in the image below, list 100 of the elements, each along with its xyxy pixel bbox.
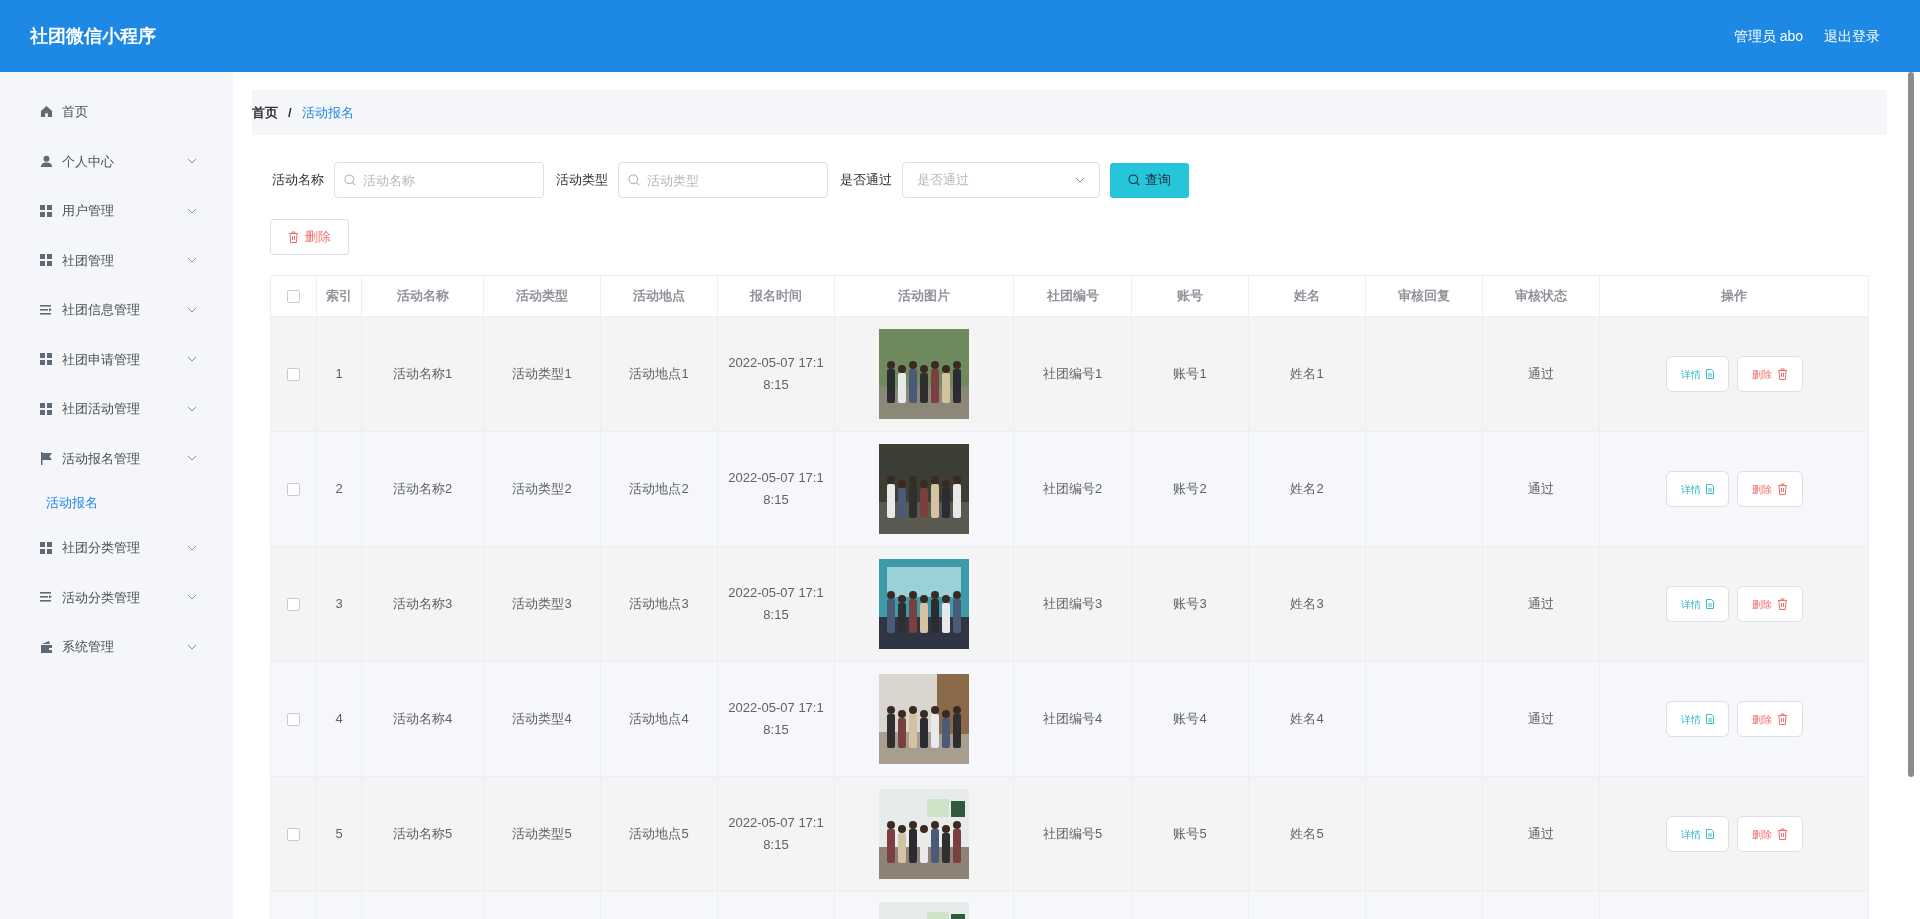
- filter-label: 是否通过: [840, 171, 892, 190]
- column-header: 活动名称: [396, 288, 449, 304]
- menu-label[interactable]: 活动报名管理: [62, 448, 187, 468]
- table-cell-text: 3: [335, 596, 343, 612]
- date-text: 2022-05-07 17:18:15: [728, 584, 824, 624]
- search-field[interactable]: 活动名称: [334, 162, 544, 198]
- scrollbar[interactable]: [1908, 72, 1914, 777]
- column-header: 姓名: [1294, 288, 1320, 304]
- row-checkbox[interactable]: [287, 598, 300, 612]
- app-title: 社团微信小程序: [30, 24, 156, 48]
- menu-label[interactable]: 社团管理: [62, 250, 187, 270]
- list-icon: [40, 304, 52, 315]
- table-cell-text: 活动类型2: [512, 481, 572, 497]
- delete-button[interactable]: 删除: [1736, 586, 1803, 622]
- table-cell-text: 社团编号4: [1042, 711, 1103, 727]
- delete-button[interactable]: 删除: [270, 219, 349, 255]
- column-header: 报名时间: [750, 288, 802, 304]
- chevron-down-icon: [1075, 177, 1085, 183]
- row-checkbox[interactable]: [287, 483, 300, 497]
- column-header: 审核回复: [1398, 288, 1450, 304]
- table-cell-text: 社团编号3: [1042, 596, 1103, 612]
- table-cell-text: 社团编号5: [1042, 826, 1103, 842]
- filter-label: 活动名称: [272, 171, 324, 190]
- column-header: 社团编号: [1046, 288, 1099, 304]
- menu-label[interactable]: 社团申请管理: [62, 349, 187, 369]
- details-button[interactable]: 详情: [1665, 586, 1729, 622]
- column-header: 活动图片: [898, 288, 950, 304]
- trash-icon: [1776, 828, 1788, 840]
- menu-label[interactable]: 个人中心: [62, 151, 187, 171]
- table-cell-text: 通过: [1528, 711, 1554, 727]
- table-cell-text: 活动地点5: [629, 826, 689, 842]
- table-cell-text: 5: [335, 826, 343, 842]
- menu-label[interactable]: 社团信息管理: [62, 300, 187, 320]
- table-cell-text: 活动类型4: [512, 711, 572, 727]
- table-cell-text: 活动地点3: [629, 596, 689, 612]
- menu-label[interactable]: 首页: [62, 102, 197, 122]
- delete-button[interactable]: 删除: [1736, 356, 1803, 392]
- row-checkbox[interactable]: [287, 713, 300, 727]
- table-cell-text: 通过: [1528, 826, 1554, 842]
- home-icon: [40, 105, 53, 119]
- table-cell-text: 活动名称4: [392, 711, 453, 727]
- select-field[interactable]: 是否通过: [902, 162, 1100, 198]
- trash-icon: [1776, 713, 1788, 725]
- table-cell-text: 活动地点4: [629, 711, 689, 727]
- column-header: 活动地点: [633, 288, 685, 304]
- column-header: 活动类型: [516, 288, 568, 304]
- table-cell-text: 活动类型1: [512, 366, 572, 382]
- trash-icon: [1776, 598, 1788, 610]
- grid-icon: [40, 353, 52, 366]
- grid-icon: [40, 204, 52, 217]
- details-button[interactable]: 详情: [1665, 816, 1729, 852]
- delete-button[interactable]: 删除: [1736, 701, 1803, 737]
- delete-button[interactable]: 删除: [1736, 816, 1803, 852]
- date-text: 2022-05-07 17:18:15: [728, 469, 824, 509]
- row-checkbox[interactable]: [287, 828, 300, 842]
- table-cell-text: 账号1: [1173, 366, 1207, 382]
- row-checkbox[interactable]: [287, 368, 300, 382]
- column-header: 审核状态: [1515, 288, 1567, 304]
- search-button[interactable]: 查询: [1110, 162, 1189, 198]
- grid-icon: [40, 254, 52, 267]
- trash-icon: [1776, 483, 1788, 495]
- table-cell-text: 账号5: [1173, 826, 1207, 842]
- search-field[interactable]: 活动类型: [618, 162, 828, 198]
- table-cell-text: 通过: [1528, 366, 1554, 382]
- table-cell-text: 姓名2: [1290, 481, 1324, 497]
- search-icon: [344, 174, 356, 186]
- table-cell-text: 社团编号1: [1042, 366, 1103, 382]
- table-cell-text: 活动名称3: [392, 596, 453, 612]
- details-button[interactable]: 详情: [1665, 701, 1729, 737]
- menu-label[interactable]: 社团分类管理: [62, 538, 187, 558]
- table-cell-text: 通过: [1528, 481, 1554, 497]
- wallet-icon: [40, 640, 53, 653]
- table-cell-text: 社团编号2: [1042, 481, 1103, 497]
- menu-label[interactable]: 系统管理: [62, 637, 187, 657]
- select-all-checkbox[interactable]: [287, 290, 300, 304]
- details-button[interactable]: 详情: [1665, 356, 1729, 392]
- menu-label[interactable]: 活动分类管理: [62, 587, 187, 607]
- menu-label[interactable]: 用户管理: [62, 201, 187, 221]
- table-cell-text: 姓名3: [1290, 596, 1324, 612]
- date-text: 2022-05-07 17:18:15: [728, 814, 824, 854]
- table-cell-text: 通过: [1528, 596, 1554, 612]
- table-cell-text: 活动地点2: [629, 481, 689, 497]
- search-icon: [1128, 174, 1140, 186]
- logout-link[interactable]: 退出登录: [1824, 25, 1880, 47]
- trash-icon: [1776, 368, 1788, 380]
- document-icon: [1705, 369, 1714, 379]
- breadcrumb-item[interactable]: 首页: [252, 102, 278, 123]
- grid-icon: [40, 541, 52, 554]
- user-icon: [40, 154, 53, 168]
- details-button[interactable]: 详情: [1665, 471, 1729, 507]
- table-cell-text: 活动类型5: [512, 826, 572, 842]
- submenu-item[interactable]: 活动报名: [46, 493, 98, 513]
- document-icon: [1705, 714, 1714, 724]
- table-cell-text: 1: [335, 366, 343, 382]
- table-cell-text: 姓名5: [1290, 826, 1324, 842]
- table-cell-text: 姓名4: [1290, 711, 1324, 727]
- date-text: 2022-05-07 17:18:15: [728, 354, 824, 394]
- table-cell-text: 账号4: [1173, 711, 1207, 727]
- delete-button[interactable]: 删除: [1736, 471, 1803, 507]
- menu-label[interactable]: 社团活动管理: [62, 399, 187, 419]
